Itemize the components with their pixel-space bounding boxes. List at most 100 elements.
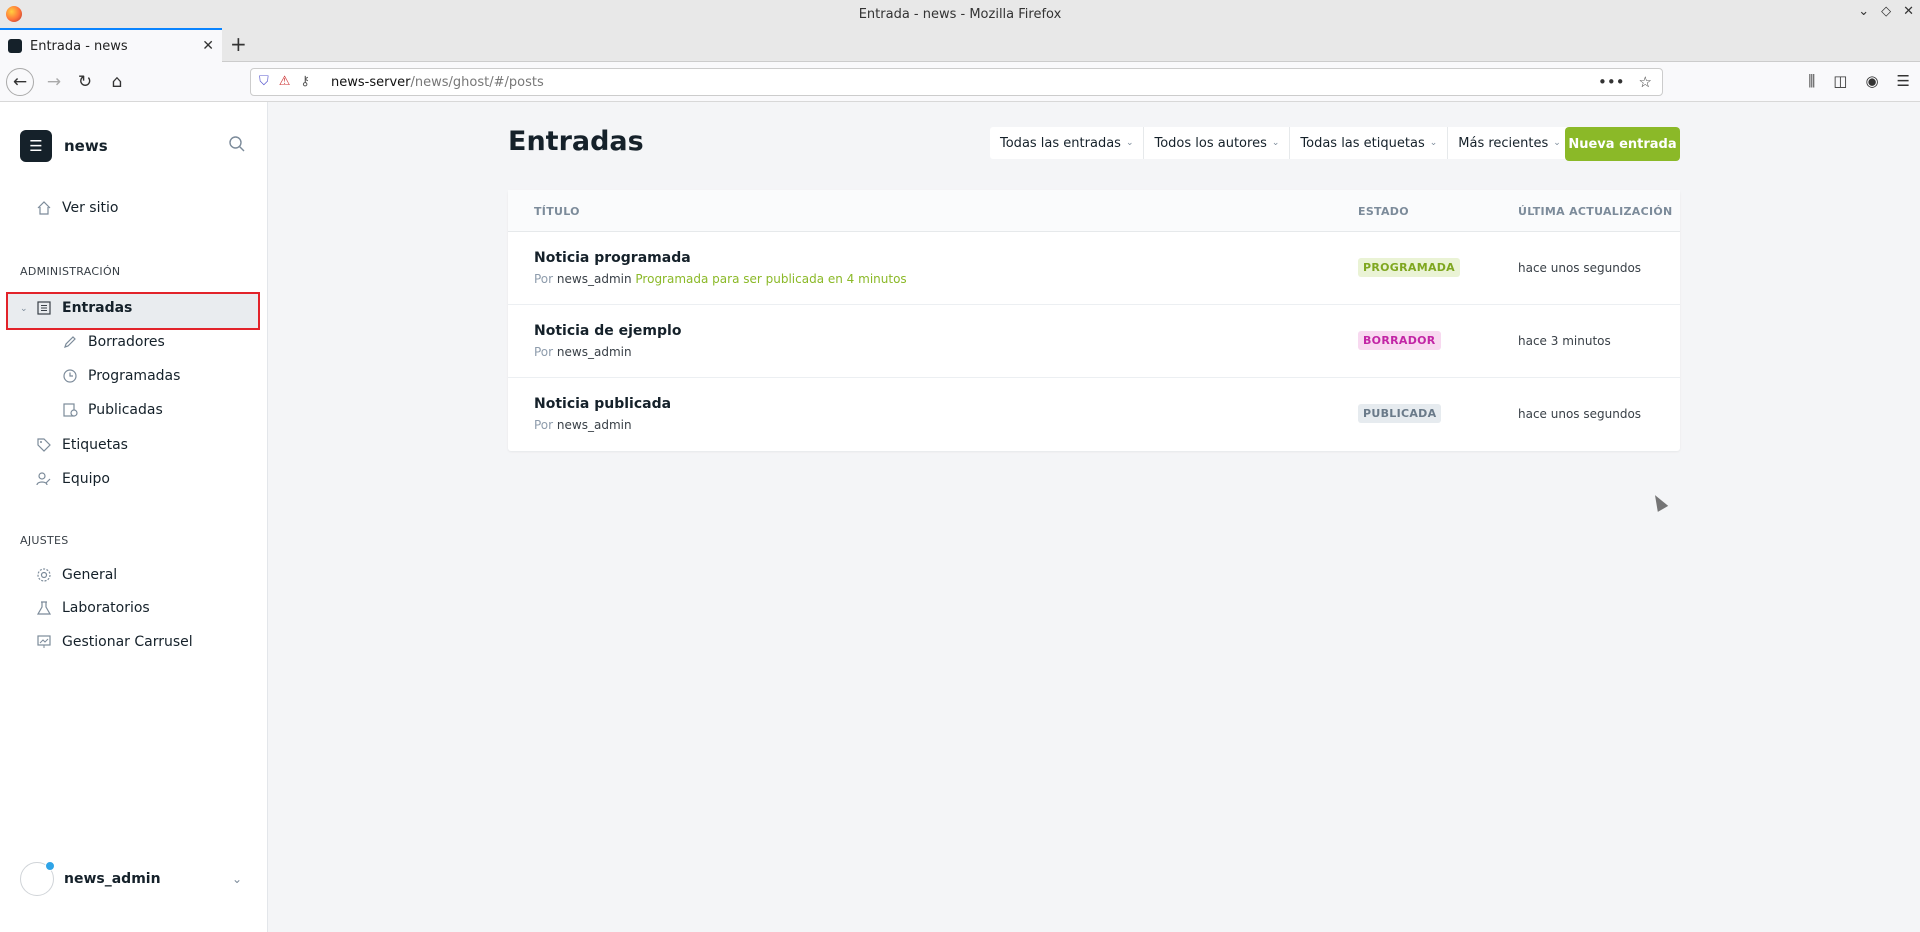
sidebar-item-general[interactable]: General (36, 567, 117, 583)
shield-icon[interactable]: ⛉ (259, 74, 269, 89)
by-label: Por (534, 418, 554, 432)
post-author: news_admin (556, 345, 632, 359)
post-title[interactable]: Noticia publicada (534, 396, 671, 412)
chevron-down-icon[interactable]: ⌄ (20, 304, 28, 314)
home-button-icon[interactable]: ⌂ (105, 70, 129, 94)
filter-author[interactable]: Todos los autores ⌄ (1144, 127, 1291, 159)
url-bar[interactable]: ⛉ ⚠ ⚷ news-server/news/ghost/#/posts •••… (250, 68, 1663, 96)
user-menu[interactable]: news_admin (20, 861, 161, 896)
post-meta: Por news_admin (534, 418, 632, 432)
navigation-bar: ← → ↻ ⌂ ⛉ ⚠ ⚷ news-server/news/ghost/#/p… (0, 62, 1920, 102)
by-label: Por (534, 272, 554, 286)
close-window-icon[interactable]: ✕ (1903, 4, 1914, 19)
post-updated: hace unos segundos (1518, 261, 1642, 275)
notification-dot (45, 861, 55, 871)
sidebar-item-scheduled[interactable]: Programadas (62, 368, 180, 384)
post-author: news_admin (556, 418, 632, 432)
account-icon[interactable]: ◉ (1865, 72, 1878, 90)
tag-icon (37, 438, 51, 452)
sidebar-item-label: Entradas (62, 300, 133, 316)
ghost-logo-icon: ☰ (20, 130, 52, 162)
home-icon (37, 201, 51, 215)
key-icon[interactable]: ⚷ (300, 74, 310, 89)
chevron-down-icon: ⌄ (1553, 138, 1561, 148)
sidebar-item-label: Programadas (88, 368, 181, 384)
bookmark-star-icon[interactable]: ☆ (1639, 73, 1652, 91)
tab-label: Entrada - news (30, 38, 128, 54)
sidebar-item-label: Laboratorios (62, 600, 150, 616)
filter-label: Más recientes (1458, 135, 1549, 151)
post-title[interactable]: Noticia de ejemplo (534, 323, 681, 339)
sidebar-toggle-icon[interactable]: ◫ (1833, 72, 1847, 90)
filter-order[interactable]: Más recientes ⌄ (1448, 127, 1571, 159)
sidebar-item-labs[interactable]: Laboratorios (36, 600, 150, 616)
window-titlebar: Entrada - news - Mozilla Firefox ⌄ ◇ ✕ (0, 0, 1920, 28)
post-author: news_admin (556, 272, 632, 286)
sidebar-item-label: Publicadas (88, 402, 163, 418)
sidebar-item-published[interactable]: Publicadas (62, 402, 163, 418)
forward-button-icon[interactable]: → (42, 70, 66, 94)
new-post-button[interactable]: Nueva entrada (1565, 127, 1680, 161)
status-badge: BORRADOR (1358, 331, 1441, 350)
filter-type[interactable]: Todas las entradas ⌄ (990, 127, 1145, 159)
sidebar-item-drafts[interactable]: Borradores (62, 334, 165, 350)
filter-label: Todas las etiquetas (1300, 135, 1425, 151)
main-content: Entradas Todas las entradas ⌄ Todos los a… (268, 102, 1920, 932)
reload-icon[interactable]: ↻ (73, 70, 97, 94)
firefox-logo-icon (6, 6, 22, 22)
gear-icon (37, 568, 51, 582)
clock-icon (63, 369, 77, 383)
window-controls: ⌄ ◇ ✕ (1858, 4, 1914, 19)
search-icon[interactable] (228, 135, 246, 153)
chevron-down-icon: ⌄ (1271, 138, 1280, 148)
url-path: /news/ghost/#/posts (410, 74, 544, 90)
sidebar-item-posts[interactable]: Entradas (36, 300, 132, 316)
page-title: Entradas (508, 126, 644, 157)
insecure-lock-icon[interactable]: ⚠ (279, 74, 291, 89)
sidebar-item-label: General (62, 567, 118, 583)
new-tab-icon[interactable]: + (230, 32, 247, 56)
maximize-icon[interactable]: ◇ (1881, 4, 1891, 19)
page-actions-icon[interactable]: ••• (1598, 73, 1625, 91)
back-button-icon[interactable]: ← (6, 68, 34, 96)
table-row[interactable]: Noticia de ejemplo Por news_admin BORRAD… (508, 305, 1680, 378)
chevron-down-icon: ⌄ (1429, 138, 1438, 148)
section-label-admin: ADMINISTRACIÓN (20, 265, 121, 278)
brand[interactable]: ☰ news (20, 130, 108, 162)
sidebar-item-team[interactable]: Equipo (36, 471, 110, 487)
filter-label: Todas las entradas (1000, 135, 1121, 151)
chevron-down-icon[interactable]: ⌄ (232, 872, 242, 886)
table-header: TÍTULO ESTADO ÚLTIMA ACTUALIZACIÓN (508, 190, 1680, 232)
menu-icon[interactable]: ☰ (1897, 72, 1910, 90)
column-header-status[interactable]: ESTADO (1358, 205, 1409, 218)
sidebar-item-view-site[interactable]: Ver sitio (36, 200, 118, 216)
brand-name: news (64, 137, 108, 155)
minimize-icon[interactable]: ⌄ (1858, 4, 1869, 19)
toolbar-right: ⫼ ◫ ◉ ☰ (1808, 72, 1910, 90)
tab-bar: Entrada - news ✕ + (0, 28, 1920, 62)
library-icon[interactable]: ⫼ (1808, 72, 1815, 90)
url-actions: ••• ☆ (1598, 73, 1652, 91)
post-title[interactable]: Noticia programada (534, 250, 691, 266)
status-badge: PROGRAMADA (1358, 258, 1460, 277)
post-updated: hace unos segundos (1518, 407, 1642, 421)
published-icon (63, 403, 78, 417)
sidebar-item-tags[interactable]: Etiquetas (36, 437, 128, 453)
sidebar-item-label: Etiquetas (62, 437, 128, 453)
post-meta: Por news_admin (534, 345, 632, 359)
sidebar-item-carousel[interactable]: Gestionar Carrusel (36, 634, 193, 650)
browser-tab[interactable]: Entrada - news ✕ (0, 28, 222, 62)
post-filters: Todas las entradas ⌄ Todos los autores ⌄ T… (990, 127, 1571, 159)
table-row[interactable]: Noticia programada Por news_admin Progra… (508, 232, 1680, 305)
column-header-updated[interactable]: ÚLTIMA ACTUALIZACIÓN (1518, 205, 1673, 218)
section-label-settings: AJUSTES (20, 534, 69, 547)
carousel-icon (37, 635, 51, 648)
posts-table: TÍTULO ESTADO ÚLTIMA ACTUALIZACIÓN Notic… (508, 190, 1680, 451)
column-header-title[interactable]: TÍTULO (534, 205, 580, 218)
posts-icon (37, 301, 51, 315)
tab-close-icon[interactable]: ✕ (202, 38, 214, 54)
by-label: Por (534, 345, 554, 359)
table-row[interactable]: Noticia publicada Por news_admin PUBLICA… (508, 378, 1680, 451)
ghost-sidebar: ☰ news Ver sitio ADMINISTRACIÓN ⌄ Entrad… (0, 102, 268, 932)
filter-tag[interactable]: Todas las etiquetas ⌄ (1290, 127, 1449, 159)
